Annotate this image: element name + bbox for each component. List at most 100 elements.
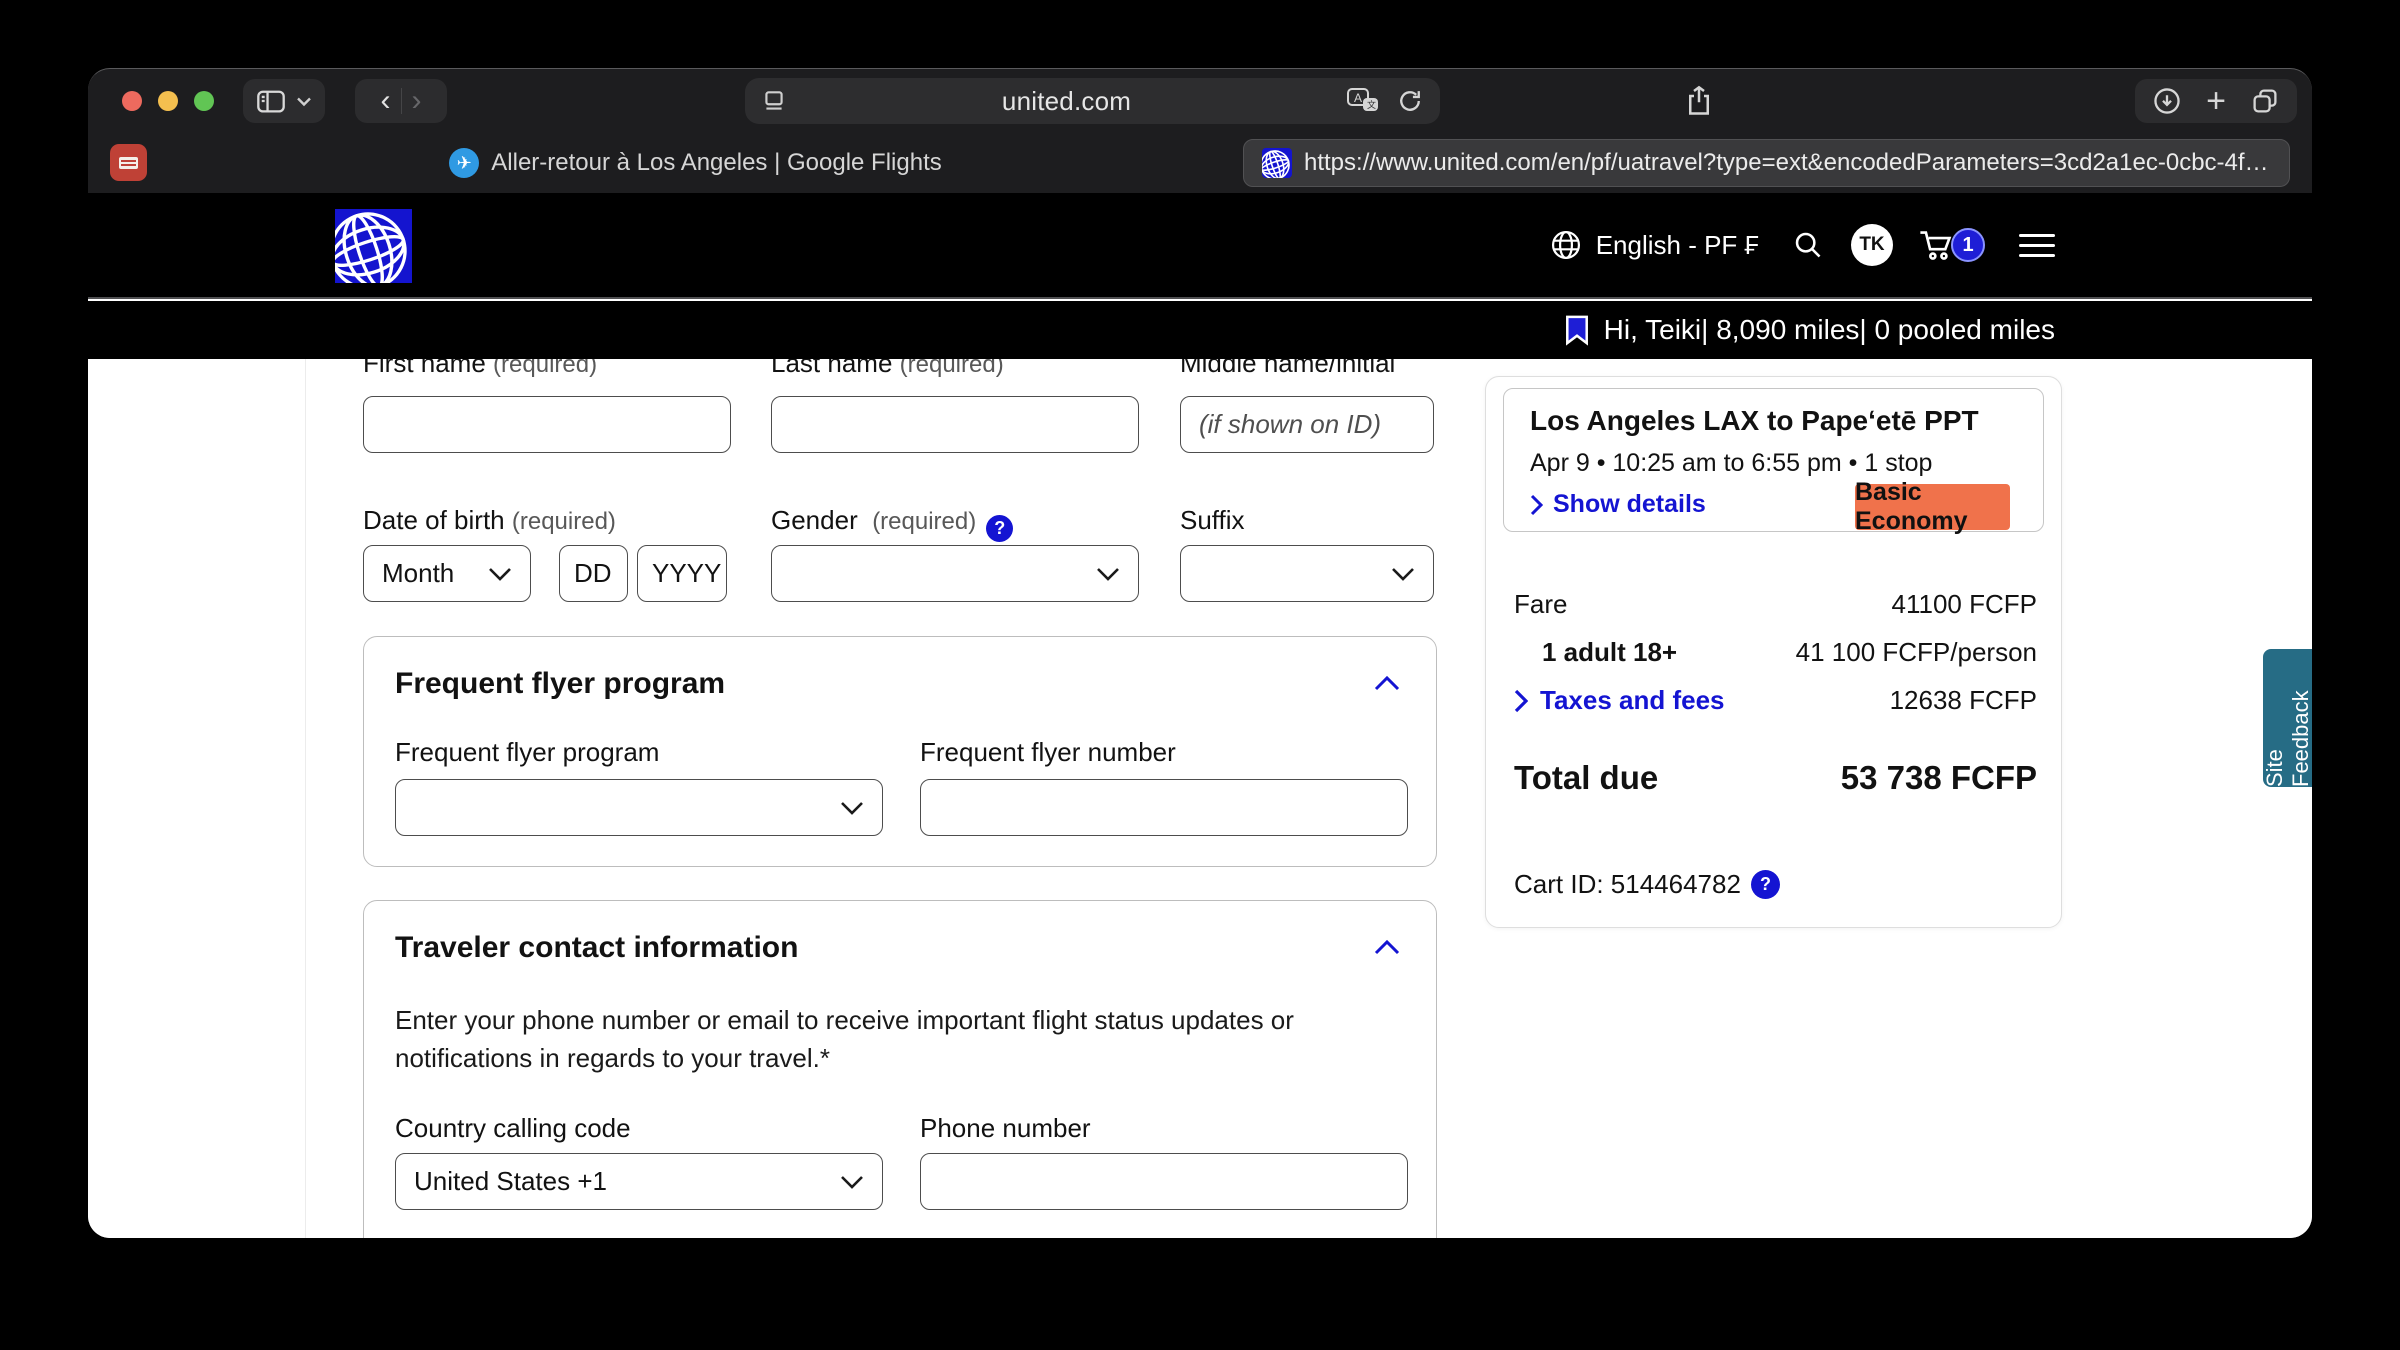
total-label: Total due	[1514, 759, 1659, 796]
frequent-flyer-title: Frequent flyer program	[395, 667, 726, 700]
svg-text:文: 文	[1367, 99, 1376, 111]
phone-number-label: Phone number	[920, 1113, 1091, 1143]
translate-icon[interactable]: A 文	[1346, 86, 1380, 116]
ff-program-label: Frequent flyer program	[395, 737, 660, 767]
phone-number-input[interactable]	[920, 1153, 1408, 1210]
account-avatar[interactable]: TK	[1851, 224, 1893, 266]
united-page: English - PF ₣ TK 1 Hi, Teiki| 8,090 mil…	[88, 193, 2312, 1238]
total-value: 53 738 FCFP	[1840, 759, 2037, 796]
flight-schedule: Apr 9 • 10:25 am to 6:55 pm • 1 stop	[1530, 449, 1933, 477]
miles-banner: Hi, Teiki| 8,090 miles| 0 pooled miles	[88, 301, 2312, 359]
united-favicon	[1262, 148, 1292, 178]
tab-overview-icon[interactable]	[2250, 86, 2280, 116]
sidebar-icon	[256, 87, 286, 115]
language-currency-button[interactable]: English - PF ₣	[1550, 229, 1759, 261]
cart-count-badge: 1	[1951, 228, 1985, 262]
gender-select[interactable]	[771, 545, 1139, 602]
address-bar[interactable]: united.com A 文	[745, 78, 1440, 124]
dob-day-input[interactable]: DD	[559, 545, 628, 602]
passenger-label: 1 adult 18+	[1542, 637, 1678, 667]
suffix-label: Suffix	[1180, 505, 1245, 535]
page-content: First name (required) Last name (require…	[88, 359, 2312, 1238]
tab-google-flights-title: Aller-retour à Los Angeles | Google Flig…	[491, 149, 942, 176]
tab-united-active[interactable]: https://www.united.com/en/pf/uatravel?ty…	[1243, 139, 2290, 187]
gender-label: Gender (required)?	[771, 505, 1014, 542]
middle-name-input[interactable]	[1180, 396, 1434, 453]
gender-help-icon[interactable]: ?	[986, 515, 1014, 542]
ff-program-select[interactable]	[395, 779, 883, 836]
nav-divider	[400, 88, 402, 114]
traveler-contact-section: Traveler contact information Enter your …	[363, 900, 1437, 1238]
screenshot-stage: ‹ › united.com A 文 + ✈ Aller-retour à Lo…	[0, 0, 2400, 1350]
downloads-icon[interactable]	[2152, 86, 2182, 116]
country-code-select[interactable]: United States +1	[395, 1153, 883, 1210]
flight-route: Los Angeles LAX to Papeʻetē PPT	[1530, 405, 1979, 436]
flight-info-card: Los Angeles LAX to Papeʻetē PPT Apr 9 • …	[1503, 388, 2044, 535]
chevron-down-icon	[841, 801, 863, 815]
chevron-right-icon	[1530, 494, 1543, 515]
share-button[interactable]	[1673, 79, 1725, 123]
forward-button[interactable]: ›	[412, 86, 422, 116]
ff-number-input[interactable]	[920, 779, 1408, 836]
fare-value: 41100 FCFP	[1891, 589, 2037, 619]
tab-united-title: https://www.united.com/en/pf/uatravel?ty…	[1304, 149, 2271, 176]
total-row: Total due 53 738 FCFP	[1514, 759, 2037, 797]
bookmark-icon	[1564, 314, 1590, 346]
nav-buttons: ‹ ›	[355, 79, 447, 123]
taxes-link[interactable]: Taxes and fees	[1514, 685, 1725, 716]
tab-google-flights[interactable]: ✈ Aller-retour à Los Angeles | Google Fl…	[158, 133, 1233, 193]
last-name-label: Last name (required)	[771, 359, 1004, 378]
chevron-down-icon	[489, 567, 511, 581]
taxes-row: Taxes and fees 12638 FCFP	[1514, 685, 2037, 716]
safari-window: ‹ › united.com A 文 + ✈ Aller-retour à Lo…	[88, 68, 2312, 1238]
back-button[interactable]: ‹	[381, 86, 391, 116]
new-tab-button[interactable]: +	[2206, 84, 2226, 118]
cart-id-help-icon[interactable]: ?	[1750, 870, 1780, 899]
collapse-chevron-up-icon[interactable]	[1374, 939, 1400, 960]
minimize-window-button[interactable]	[158, 91, 178, 111]
fare-label: Fare	[1514, 589, 1568, 619]
url-text[interactable]: united.com	[787, 86, 1346, 117]
content-left-divider	[305, 359, 306, 1238]
reload-icon[interactable]	[1396, 87, 1424, 115]
dob-month-select[interactable]: Month	[363, 545, 531, 602]
first-name-label: First name (required)	[363, 359, 598, 378]
zoom-window-button[interactable]	[194, 91, 214, 111]
chevron-down-icon	[296, 96, 312, 107]
suffix-select[interactable]	[1180, 545, 1434, 602]
taxes-value: 12638 FCFP	[1889, 685, 2037, 715]
cabin-badge: Basic Economy	[1855, 478, 2010, 535]
search-icon[interactable]	[1793, 230, 1823, 260]
page-settings-icon[interactable]	[761, 88, 787, 114]
chevron-down-icon	[1097, 567, 1119, 581]
tab-bar: ✈ Aller-retour à Los Angeles | Google Fl…	[88, 133, 2312, 193]
chevron-down-icon	[1392, 567, 1414, 581]
cart-button[interactable]: 1	[1917, 227, 1985, 263]
dob-year-input[interactable]: YYYY	[637, 545, 727, 602]
site-feedback-tab[interactable]: Site Feedback	[2262, 649, 2312, 787]
miles-banner-text: Hi, Teiki| 8,090 miles| 0 pooled miles	[1603, 314, 2055, 345]
browser-toolbar: ‹ › united.com A 文 +	[88, 69, 2312, 133]
frequent-flyer-section: Frequent flyer program Frequent flyer pr…	[363, 636, 1437, 867]
google-flights-favicon: ✈	[449, 148, 480, 178]
globe-icon	[1550, 229, 1582, 261]
svg-text:A: A	[1354, 91, 1362, 105]
last-name-input[interactable]	[771, 396, 1139, 453]
united-logo[interactable]	[329, 209, 412, 290]
collapse-chevron-up-icon[interactable]	[1374, 675, 1400, 696]
language-currency-label: English - PF ₣	[1595, 229, 1759, 260]
price-summary-card: Los Angeles LAX to Papeʻetē PPT Apr 9 • …	[1485, 376, 2062, 928]
united-site-header: English - PF ₣ TK 1	[88, 193, 2312, 299]
contact-description: Enter your phone number or email to rece…	[395, 1005, 1294, 1073]
passenger-value: 41 100 FCFP/person	[1795, 637, 2037, 667]
sidebar-toggle-button[interactable]	[243, 79, 325, 123]
first-name-input[interactable]	[363, 396, 731, 453]
pinned-tab[interactable]	[110, 144, 147, 181]
show-details-link[interactable]: Show details	[1530, 490, 1706, 519]
ff-number-label: Frequent flyer number	[920, 737, 1176, 767]
close-window-button[interactable]	[122, 91, 142, 111]
country-code-label: Country calling code	[395, 1113, 631, 1143]
header-nav: English - PF ₣ TK 1	[1550, 193, 2055, 297]
dob-label: Date of birth (required)	[363, 505, 616, 535]
menu-icon[interactable]	[2019, 233, 2055, 257]
